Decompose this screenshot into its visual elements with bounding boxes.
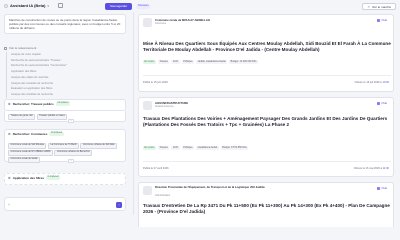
deadline-time: 11:00 [382, 167, 389, 170]
deadline: Clôture le 16 mai 2026 à 11:00 [354, 167, 389, 170]
view-market-button[interactable]: ↗ Voir le marché [362, 3, 396, 10]
meta-tag: Travaux [157, 146, 170, 150]
published-date: Publié le 27 avril 2026 [143, 167, 169, 170]
new-chat-icon[interactable] [58, 3, 63, 8]
step-list: Analyse de votre requête Recherche de se… [6, 52, 126, 98]
sector-chip: Travaux de génie civil [8, 114, 36, 120]
step-item: Analyse des résultats de recherche [11, 92, 53, 96]
buyer-logo [143, 186, 152, 195]
meta-tag: Budget: 13 000 000 Dhs [229, 60, 258, 64]
assistant-avatar-icon [4, 3, 8, 8]
chat-button-label: Chat [381, 19, 387, 22]
meta-tag: Casablanca-Settat [196, 146, 219, 150]
top-bar: Assistant IA (Beta) ▾ Sauvegarder Nouvea… [0, 0, 400, 12]
commune-chip: Commune rurale de Sidi Moussa [8, 143, 47, 149]
panel-divider [133, 12, 134, 215]
commune-chip: Commune urbaine de Sidi Allal [80, 143, 117, 149]
reasoning-label: Voir le raisonnement [9, 46, 37, 50]
market-card[interactable]: AGM INFRASTRUCTURE Société Anonyme Chat … [138, 97, 394, 177]
deadline-prefix: Clôture le 16 mai 2026 à [353, 167, 382, 170]
completed-badge: Completed [55, 102, 70, 106]
commune-chip: La Commune de Tit Mellil [47, 143, 79, 149]
market-meta: En cours Travaux AOO Publique Jadida, Ca… [143, 60, 258, 64]
view-market-label: Voir le marché [371, 4, 391, 9]
meta-tag: Budget: 8 574 850 Dhs [220, 146, 249, 150]
deadline-prefix: Clôture le 16 juil 2026 à [354, 81, 382, 84]
tool-icon: ⚙ [8, 176, 11, 180]
buyer-name: Direction Provinciale de l'Équipement, d… [155, 185, 265, 189]
send-button[interactable]: ↑ [116, 202, 122, 208]
assistant-label: Assistant IA (Beta) [10, 3, 46, 8]
chat-bubble-icon [377, 102, 381, 105]
commune-chip: Commune urbaine de Berrechid [54, 150, 93, 156]
tool-call-filters[interactable]: ⚙ Application des filtres Completed [4, 173, 126, 185]
chat-bubble-icon [377, 187, 381, 190]
chat-input[interactable]: + ↑ [4, 197, 126, 211]
collapse-toggle[interactable]: ⌃ [68, 119, 74, 123]
chat-button[interactable]: Chat [375, 186, 389, 191]
tool-call-travaux[interactable]: ⚙ Rechercher: Travaux publics Completed [4, 99, 126, 111]
meta-tag: Jadida, Casablanca-Settat [196, 60, 228, 64]
tool-icon: ⚙ [8, 132, 11, 136]
commune-chip: Commune rurale de MY ABDE-L'AZZIZ [8, 150, 53, 156]
collapse-toggle[interactable]: ⌃ [68, 159, 74, 163]
tool-name: Rechercher: Communes [12, 132, 48, 136]
buyer-type: Société Anonyme [155, 105, 174, 108]
buyer-type: Commune [155, 22, 167, 25]
meta-tag: AOO [171, 146, 180, 150]
chat-bubble-icon [377, 19, 381, 22]
market-card[interactable]: Commune rurale de MOULAY ABDELLAH Commun… [138, 14, 394, 92]
market-title[interactable]: Travaux Des Plantations Des Voiries + Am… [143, 116, 391, 129]
reasoning-toggle[interactable]: Voir le raisonnement [4, 46, 126, 50]
tool-icon: ⚙ [8, 102, 11, 106]
buyer-type: Administration [155, 194, 171, 197]
external-link-icon: ↗ [367, 4, 370, 9]
chat-button[interactable]: Chat [375, 101, 389, 106]
meta-tag: Travaux [157, 60, 170, 64]
save-button[interactable]: Sauvegarder [105, 3, 133, 10]
commune-chip: Commune rurale de Settat [8, 157, 40, 163]
reasoning-icon [4, 46, 7, 50]
reasoning-steps: Voir le raisonnement Analyse de votre re… [4, 46, 126, 98]
tool-name: Application des filtres [12, 176, 45, 180]
new-badge: Nouveau [136, 4, 151, 9]
completed-badge: Completed [46, 176, 61, 180]
tool-call-communes[interactable]: ⚙ Rechercher: Communes Completed Commune… [4, 129, 126, 163]
market-card[interactable]: Direction Provinciale de l'Équipement, d… [138, 182, 394, 227]
buyer-logo [143, 18, 152, 27]
meta-tag: AOO [171, 60, 180, 64]
chevron-down-icon: ▾ [47, 3, 49, 8]
attach-icon[interactable]: + [8, 203, 10, 207]
deadline: Clôture le 16 juil 2026 à 10:00 [355, 81, 390, 84]
meta-tag: Publique [181, 60, 195, 64]
market-title[interactable]: Travaux D'entretien De La Rp 3471 Du Pk … [143, 203, 391, 216]
chat-button[interactable]: Chat [375, 18, 389, 23]
meta-tag: Publique [181, 146, 195, 150]
sector-chip: Travaux publics et routes [36, 114, 68, 120]
chat-button-label: Chat [381, 102, 387, 105]
status-badge: En cours [143, 60, 156, 64]
market-meta: En cours Travaux AOO Publique Casablanca… [143, 146, 249, 150]
market-title[interactable]: Mise À Niveau Des Quartiers Sous Équipés… [143, 41, 391, 54]
buyer-logo [143, 101, 152, 110]
completed-badge: Completed [49, 132, 64, 136]
tool-name: Rechercher: Travaux publics [12, 102, 54, 106]
user-message: Marchés de construction de routes ou de … [4, 14, 126, 35]
chat-button-label: Chat [381, 187, 387, 190]
tool-output-travaux: Travaux de génie civil Travaux publics e… [4, 111, 126, 122]
published-date: Publié le 15 juin 2026 [143, 81, 168, 84]
assistant-selector[interactable]: Assistant IA (Beta) ▾ [4, 3, 49, 8]
deadline-time: 10:00 [382, 81, 390, 84]
app-root: Assistant IA (Beta) ▾ Sauvegarder Nouvea… [0, 0, 400, 227]
status-badge: En cours [143, 146, 156, 150]
